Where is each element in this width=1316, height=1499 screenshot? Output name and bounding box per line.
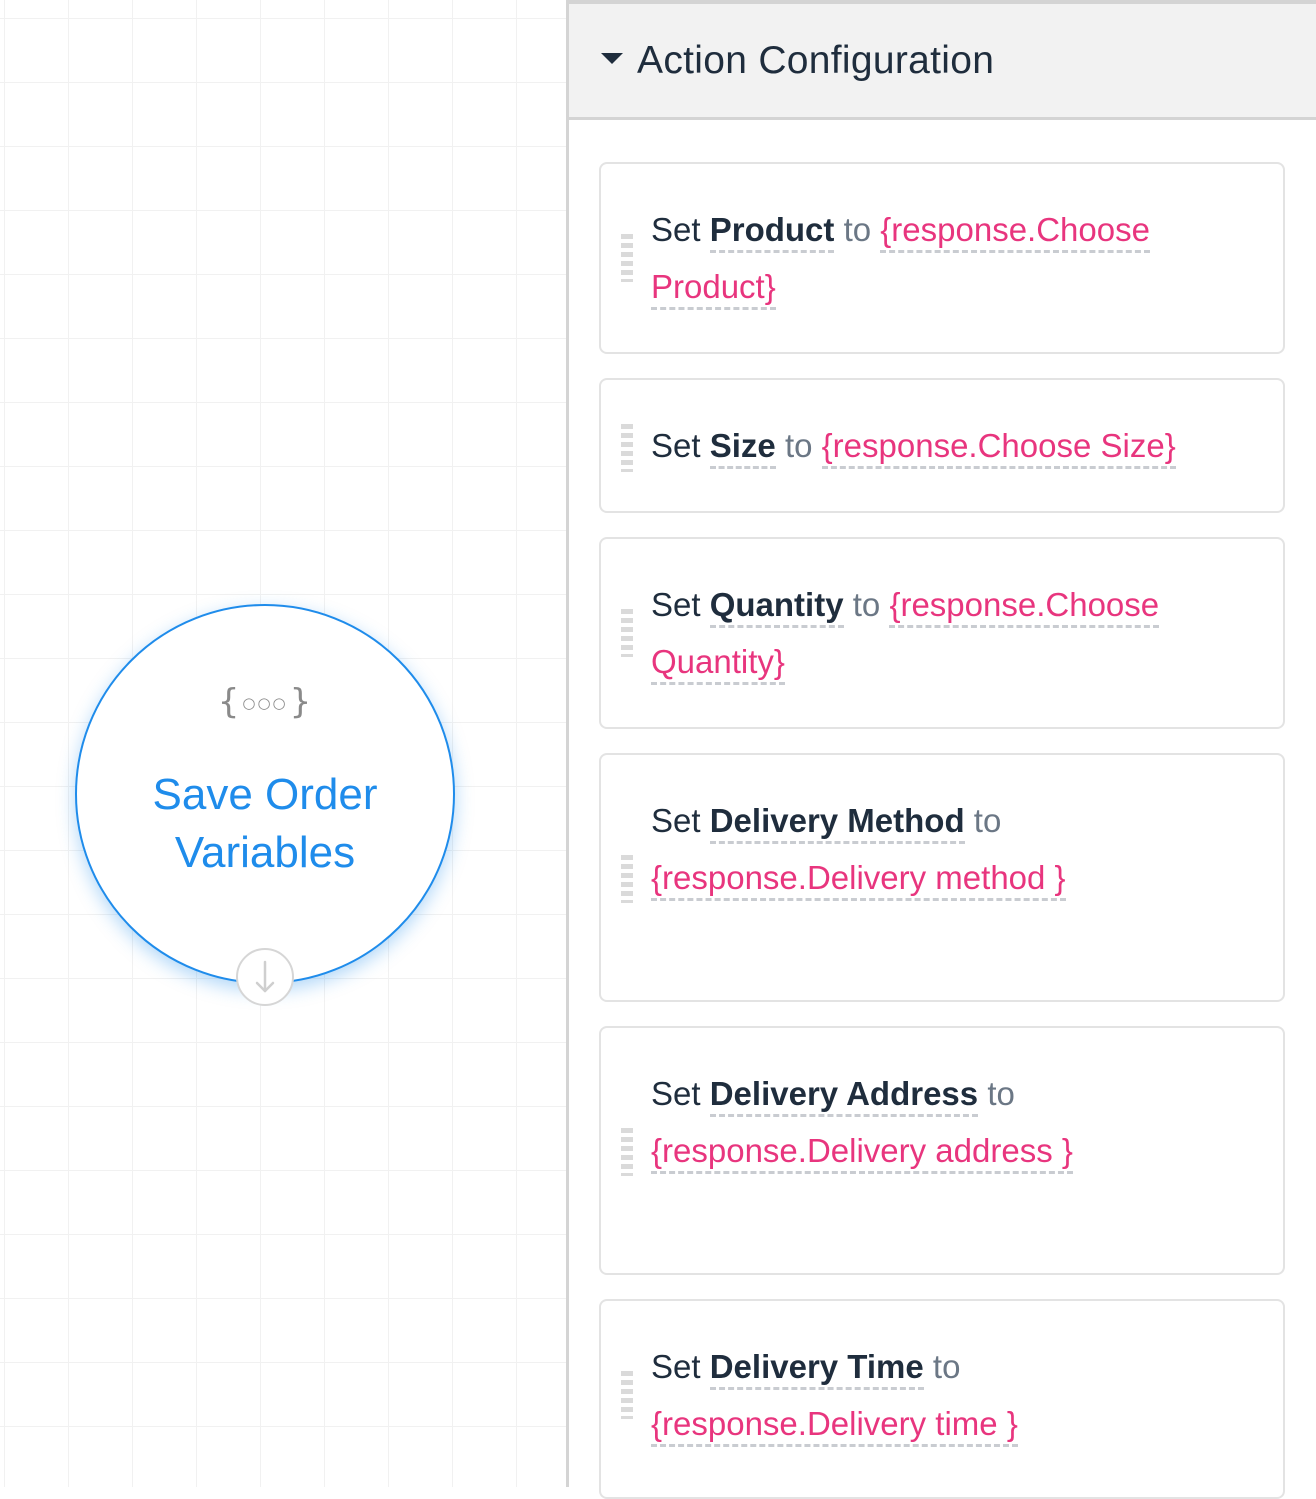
- brace-dots: ○○○: [242, 694, 288, 712]
- drag-handle[interactable]: [621, 1128, 633, 1176]
- variable-name[interactable]: Product: [709, 211, 835, 253]
- brace-right: }: [289, 682, 313, 722]
- variable-value[interactable]: {response.Delivery method }: [651, 859, 1066, 901]
- action-card[interactable]: Set Delivery Time to {response.Delivery …: [599, 1299, 1285, 1499]
- action-statement: Set Quantity to {response.Choose Quantit…: [651, 576, 1213, 690]
- brace-left: {: [217, 682, 241, 722]
- variable-name[interactable]: Delivery Method: [709, 802, 965, 844]
- drag-handle[interactable]: [621, 424, 633, 472]
- node-output-connector[interactable]: [236, 948, 294, 1006]
- variable-value[interactable]: {response.Delivery time }: [651, 1405, 1018, 1447]
- variable-value[interactable]: {response.Delivery address }: [651, 1132, 1073, 1174]
- action-card[interactable]: Set Product to {response.Choose Product}: [599, 162, 1285, 354]
- drag-handle[interactable]: [621, 609, 633, 657]
- action-statement: Set Size to {response.Choose Size}: [651, 417, 1213, 474]
- action-statement: Set Product to {response.Choose Product}: [651, 201, 1213, 315]
- variable-value[interactable]: {response.Choose Size}: [821, 427, 1176, 469]
- action-statement: Set Delivery Method to {response.Deliver…: [651, 792, 1143, 906]
- variable-name[interactable]: Delivery Time: [709, 1348, 924, 1390]
- node-title: Save Order Variables: [152, 770, 378, 877]
- panel-header[interactable]: Action Configuration: [569, 0, 1316, 120]
- caret-down-icon[interactable]: [601, 53, 623, 64]
- action-card[interactable]: Set Delivery Address to {response.Delive…: [599, 1026, 1285, 1275]
- variable-name[interactable]: Delivery Address: [709, 1075, 979, 1117]
- drag-handle[interactable]: [621, 855, 633, 903]
- action-config-panel: Action Configuration Set Product to {res…: [569, 0, 1316, 1499]
- action-card[interactable]: Set Quantity to {response.Choose Quantit…: [599, 537, 1285, 729]
- drag-handle[interactable]: [621, 1371, 633, 1419]
- action-statement: Set Delivery Time to {response.Delivery …: [651, 1338, 1223, 1452]
- arrow-down-icon: [255, 960, 275, 993]
- panel-title: Action Configuration: [637, 38, 995, 82]
- drag-handle[interactable]: [621, 234, 633, 282]
- variable-name[interactable]: Size: [709, 427, 776, 469]
- variable-name[interactable]: Quantity: [709, 586, 844, 628]
- action-card[interactable]: Set Delivery Method to {response.Deliver…: [599, 753, 1285, 1002]
- action-statement: Set Delivery Address to {response.Delive…: [651, 1065, 1143, 1179]
- curly-braces-icon: { ○○○ }: [218, 682, 313, 722]
- flow-canvas[interactable]: { ○○○ } Save Order Variables: [0, 0, 566, 1487]
- action-card[interactable]: Set Size to {response.Choose Size}: [599, 378, 1285, 513]
- flow-node-save-order-variables[interactable]: { ○○○ } Save Order Variables: [75, 604, 455, 984]
